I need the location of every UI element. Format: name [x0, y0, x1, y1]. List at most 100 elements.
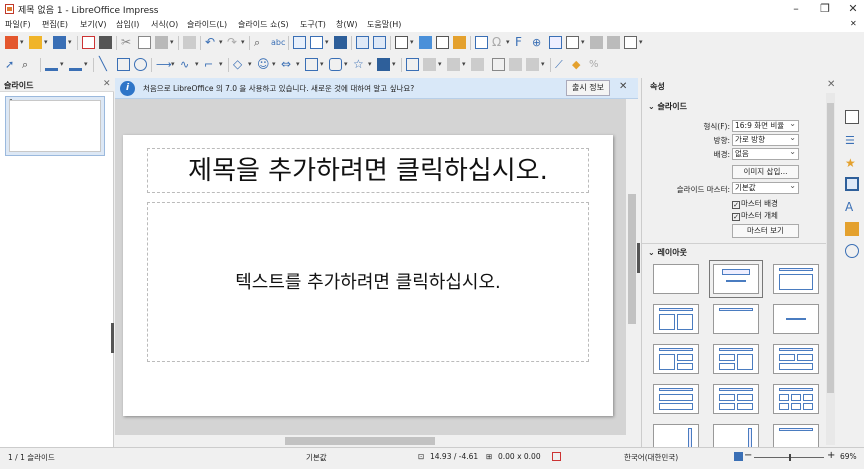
3d-dropdown-icon[interactable]: ▾: [392, 60, 396, 68]
layout-title-slide[interactable]: [709, 260, 763, 298]
menu-slide[interactable]: 슬라이드(L): [187, 19, 227, 30]
gallery-tab-icon[interactable]: [845, 222, 859, 236]
cut-icon[interactable]: ✂: [121, 36, 134, 49]
master-slide-icon[interactable]: [334, 36, 347, 49]
horizontal-scroll-thumb[interactable]: [285, 437, 435, 445]
menu-view[interactable]: 보기(V): [80, 19, 106, 30]
flowchart-icon[interactable]: [305, 58, 318, 71]
arrange-dropdown-icon[interactable]: ▾: [462, 60, 466, 68]
callout-dropdown-icon[interactable]: ▾: [344, 60, 348, 68]
master-view-button[interactable]: 마스터 보기: [732, 224, 799, 238]
menu-window[interactable]: 창(W): [336, 19, 358, 30]
filter-dropdown-icon[interactable]: ▾: [541, 60, 545, 68]
title-placeholder[interactable]: 제목을 추가하려면 클릭하십시오.: [147, 148, 589, 193]
styles-tab-icon[interactable]: A: [845, 200, 859, 214]
paste-icon[interactable]: [155, 36, 168, 49]
menu-help[interactable]: 도움말(H): [367, 19, 401, 30]
close-document-button[interactable]: ✕: [850, 19, 857, 28]
header-footer-dropdown-icon[interactable]: ▾: [581, 38, 585, 46]
navigator-tab-icon[interactable]: [845, 244, 859, 258]
save-icon[interactable]: [53, 36, 66, 49]
rotate-icon[interactable]: [406, 58, 419, 71]
slide-transition-tab-icon[interactable]: ☰: [845, 134, 859, 148]
insert-chart-icon[interactable]: [453, 36, 466, 49]
redo-dropdown-icon[interactable]: ▾: [241, 38, 245, 46]
slide-thumbnail-1[interactable]: 1: [5, 96, 105, 156]
layout-blank[interactable]: [653, 264, 699, 294]
layout-title-2-content[interactable]: [653, 304, 699, 334]
fill-color-icon[interactable]: [69, 58, 82, 71]
zoom-pan-icon[interactable]: ⌕: [22, 58, 35, 71]
slides-pane-collapse-handle[interactable]: [111, 323, 114, 353]
undo-icon[interactable]: ↶: [205, 36, 218, 49]
slide-deck-title[interactable]: ⌄ 슬라이드: [648, 101, 687, 112]
master-background-checkbox[interactable]: ✓ 마스터 배경: [732, 198, 778, 209]
release-notes-button[interactable]: 출시 정보: [566, 80, 610, 96]
table-dropdown-icon[interactable]: ▾: [410, 38, 414, 46]
zoom-out-icon[interactable]: −: [744, 450, 752, 461]
animation-tab-icon[interactable]: ★: [845, 156, 859, 170]
flowchart-dropdown-icon[interactable]: ▾: [320, 60, 324, 68]
line-color-icon[interactable]: [45, 58, 58, 71]
stars-dropdown-icon[interactable]: ▾: [368, 60, 372, 68]
horizontal-scrollbar[interactable]: [115, 435, 638, 447]
fill-color-dropdown-icon[interactable]: ▾: [84, 60, 88, 68]
display-views-icon[interactable]: [310, 36, 323, 49]
callout-icon[interactable]: [329, 58, 342, 71]
layout-vertical-title[interactable]: [653, 424, 699, 447]
symbol-shapes-icon[interactable]: ☺: [257, 58, 270, 71]
document-modified-icon[interactable]: [552, 452, 561, 461]
sidebar-scrollbar[interactable]: [826, 93, 835, 445]
fontwork-icon[interactable]: F: [515, 36, 528, 49]
infobar-close-icon[interactable]: ✕: [619, 81, 627, 92]
special-character-icon[interactable]: Ω: [492, 36, 505, 49]
filter-icon[interactable]: [526, 58, 539, 71]
new-dropdown-icon[interactable]: ▾: [20, 38, 24, 46]
points-icon[interactable]: ⟋: [555, 58, 568, 71]
arrange-icon[interactable]: [447, 58, 460, 71]
find-replace-icon[interactable]: ⌕: [254, 36, 267, 49]
align-dropdown-icon[interactable]: ▾: [438, 60, 442, 68]
rectangle-icon[interactable]: [117, 58, 130, 71]
special-char-dropdown-icon[interactable]: ▾: [506, 38, 510, 46]
close-window-button[interactable]: ✕: [838, 0, 864, 18]
zoom-slider-thumb[interactable]: [789, 454, 791, 461]
sidebar-scroll-thumb[interactable]: [827, 103, 834, 393]
line-icon[interactable]: ╲: [99, 58, 112, 71]
layout-title-content-2-content[interactable]: [713, 344, 759, 374]
lines-arrows-dropdown-icon[interactable]: ▾: [171, 60, 175, 68]
select-arrow-icon[interactable]: ➚: [5, 58, 18, 71]
insert-textbox-icon[interactable]: [475, 36, 488, 49]
spelling-icon[interactable]: abc: [271, 36, 285, 49]
clone-formatting-icon[interactable]: [183, 36, 196, 49]
align-objects-icon[interactable]: [423, 58, 436, 71]
start-from-first-slide-icon[interactable]: [356, 36, 369, 49]
insert-media-icon[interactable]: [436, 36, 449, 49]
layout-dropdown-icon[interactable]: ▾: [639, 38, 643, 46]
properties-tab-icon[interactable]: [845, 110, 859, 124]
star-icon[interactable]: ☆: [353, 58, 366, 71]
menu-format[interactable]: 서식(O): [151, 19, 178, 30]
ellipse-icon[interactable]: [134, 58, 147, 71]
layout-title-content[interactable]: [773, 264, 819, 294]
orientation-select[interactable]: 가로 방향: [732, 133, 799, 146]
vertical-scroll-thumb[interactable]: [628, 194, 636, 324]
layout-title-2-content-over-content[interactable]: [773, 344, 819, 374]
layout-title-2-content-content[interactable]: [653, 344, 699, 374]
toggle-extrusion-icon[interactable]: %: [589, 58, 602, 71]
crop-image-icon[interactable]: [509, 58, 522, 71]
layout-title-4-content[interactable]: [713, 384, 759, 414]
sidebar-collapse-handle[interactable]: [637, 243, 640, 273]
slide-layout-icon[interactable]: [624, 36, 637, 49]
new-slide-icon[interactable]: [590, 36, 603, 49]
layout-centered-text[interactable]: [773, 304, 819, 334]
insert-image-button[interactable]: 이미지 삽입...: [732, 165, 799, 179]
body-placeholder[interactable]: 텍스트를 추가하려면 클릭하십시오.: [147, 202, 589, 362]
connector-icon[interactable]: ⌐: [204, 58, 217, 71]
maximize-button[interactable]: ❐: [810, 0, 840, 18]
comment-icon[interactable]: [549, 36, 562, 49]
distribute-icon[interactable]: [471, 58, 484, 71]
layouts-deck-title[interactable]: ⌄ 레이아웃: [648, 247, 687, 258]
duplicate-slide-icon[interactable]: [607, 36, 620, 49]
master-slide-select[interactable]: 기본값: [732, 181, 799, 194]
